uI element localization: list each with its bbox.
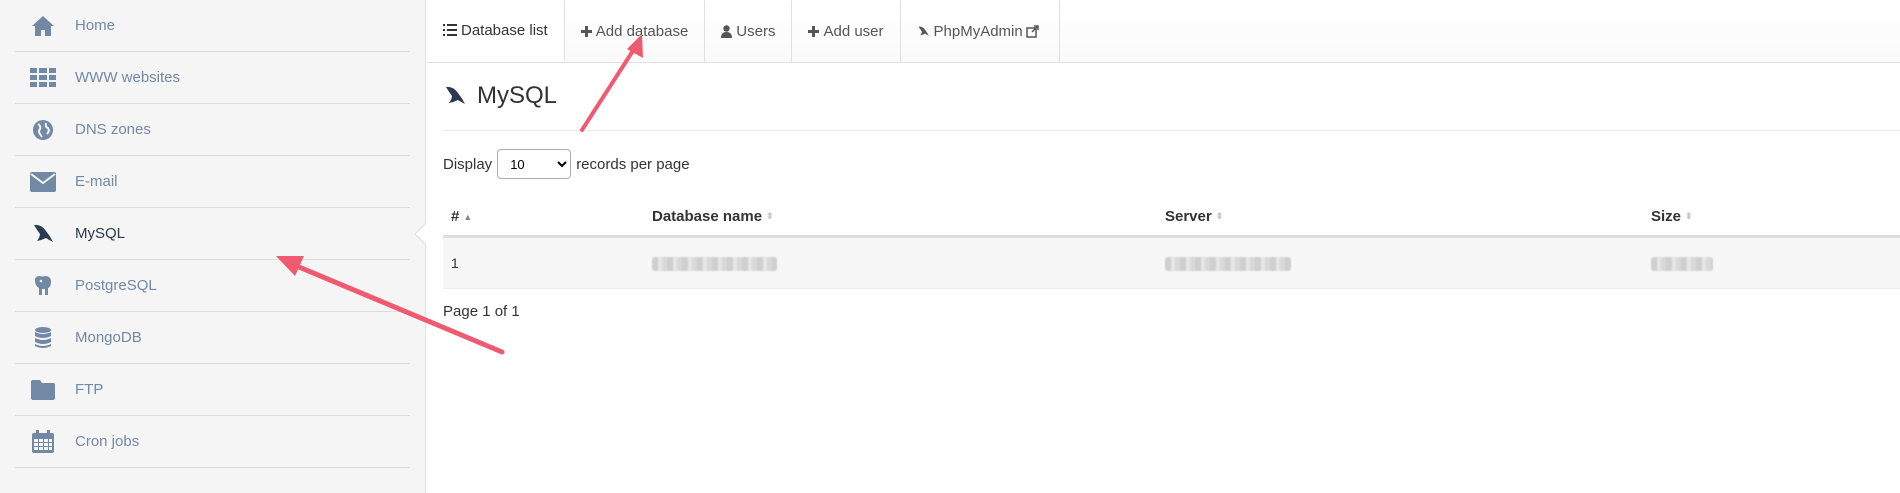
tab-label: Add database bbox=[595, 22, 689, 40]
tab-label: Add user bbox=[823, 22, 884, 40]
sidebar-item-www-websites[interactable]: WWW websites bbox=[15, 52, 410, 104]
tab-label: PhpMyAdmin bbox=[933, 22, 1023, 40]
table-header-row: # ▲ Database name ⬍ Server ⬍ Size ⬍ bbox=[443, 197, 1900, 238]
sidebar-item-label: PostgreSQL bbox=[75, 277, 157, 294]
page-title-text: MySQL bbox=[477, 82, 558, 109]
sidebar-item-label: E-mail bbox=[75, 173, 118, 190]
cell-database-name bbox=[644, 236, 1157, 289]
envelope-icon bbox=[29, 168, 57, 196]
sidebar-item-email[interactable]: E-mail bbox=[15, 156, 410, 208]
sort-icon: ⬍ bbox=[1215, 211, 1224, 222]
records-per-page-label: records per page bbox=[576, 155, 690, 173]
cell-size bbox=[1643, 236, 1900, 289]
sidebar-item-mysql[interactable]: MySQL bbox=[15, 208, 426, 260]
folder-icon bbox=[29, 376, 57, 404]
sidebar-item-label: MongoDB bbox=[75, 329, 142, 346]
tab-label: Database list bbox=[461, 21, 548, 39]
tab-add-database[interactable]: Add database bbox=[565, 0, 706, 62]
redacted-text bbox=[1165, 257, 1291, 272]
column-header-size[interactable]: Size ⬍ bbox=[1643, 197, 1900, 238]
sidebar-item-postgresql[interactable]: PostgreSQL bbox=[15, 260, 410, 312]
tab-bar: Database list Add database Users Add use… bbox=[427, 0, 1900, 63]
sidebar: Home WWW websites DNS zones E-mail MySQL… bbox=[0, 0, 426, 493]
page-title: MySQL bbox=[443, 62, 1900, 131]
cell-number: 1 bbox=[443, 236, 644, 289]
external-link-icon bbox=[1025, 24, 1039, 38]
database-table: # ▲ Database name ⬍ Server ⬍ Size ⬍ 1 bbox=[443, 197, 1900, 289]
tab-users[interactable]: Users bbox=[705, 0, 793, 62]
redacted-text bbox=[652, 257, 777, 272]
column-header-server[interactable]: Server ⬍ bbox=[1157, 197, 1643, 238]
sidebar-item-home[interactable]: Home bbox=[15, 0, 410, 52]
redacted-text bbox=[1651, 257, 1713, 272]
elephant-icon bbox=[29, 272, 57, 300]
calendar-icon bbox=[29, 428, 57, 456]
tab-database-list[interactable]: Database list bbox=[427, 0, 565, 62]
sort-icon: ⬍ bbox=[766, 211, 774, 222]
sort-asc-icon: ▲ bbox=[463, 211, 473, 222]
tab-add-user[interactable]: Add user bbox=[792, 0, 901, 62]
dolphin-icon bbox=[29, 220, 57, 248]
plus-icon bbox=[808, 25, 820, 37]
dolphin-icon bbox=[917, 25, 930, 38]
sidebar-item-label: WWW websites bbox=[75, 69, 180, 86]
display-label: Display bbox=[443, 155, 493, 173]
records-per-page-select[interactable]: 10 bbox=[497, 149, 572, 179]
user-icon bbox=[721, 24, 733, 38]
grid-icon bbox=[29, 64, 57, 92]
tab-label: Users bbox=[736, 22, 776, 40]
records-per-page-control: Display 10 records per page bbox=[443, 131, 1900, 197]
main-content: MySQL Display 10 records per page # ▲ Dat… bbox=[443, 62, 1900, 320]
sidebar-item-dns-zones[interactable]: DNS zones bbox=[15, 104, 410, 156]
active-caret bbox=[416, 223, 426, 244]
sidebar-item-label: Home bbox=[75, 17, 116, 34]
column-header-database-name[interactable]: Database name ⬍ bbox=[644, 197, 1157, 238]
sidebar-item-label: DNS zones bbox=[75, 121, 151, 138]
table-row[interactable]: 1 bbox=[443, 236, 1900, 289]
sort-icon: ⬍ bbox=[1685, 211, 1693, 222]
globe-icon bbox=[29, 116, 57, 144]
sidebar-item-label: FTP bbox=[75, 381, 104, 398]
plus-icon bbox=[580, 25, 592, 37]
home-icon bbox=[29, 12, 57, 40]
list-icon bbox=[443, 24, 457, 36]
dolphin-icon bbox=[443, 84, 467, 108]
pagination-info: Page 1 of 1 bbox=[443, 303, 520, 320]
sidebar-item-cron-jobs[interactable]: Cron jobs bbox=[15, 416, 410, 468]
sidebar-item-mongodb[interactable]: MongoDB bbox=[15, 312, 410, 364]
sidebar-item-ftp[interactable]: FTP bbox=[15, 364, 410, 416]
database-icon bbox=[29, 324, 57, 352]
column-header-number[interactable]: # ▲ bbox=[443, 197, 644, 238]
sidebar-item-label: Cron jobs bbox=[75, 433, 140, 450]
sidebar-item-label: MySQL bbox=[75, 225, 126, 242]
cell-server bbox=[1157, 236, 1643, 289]
tab-phpmyadmin[interactable]: PhpMyAdmin bbox=[901, 0, 1060, 62]
